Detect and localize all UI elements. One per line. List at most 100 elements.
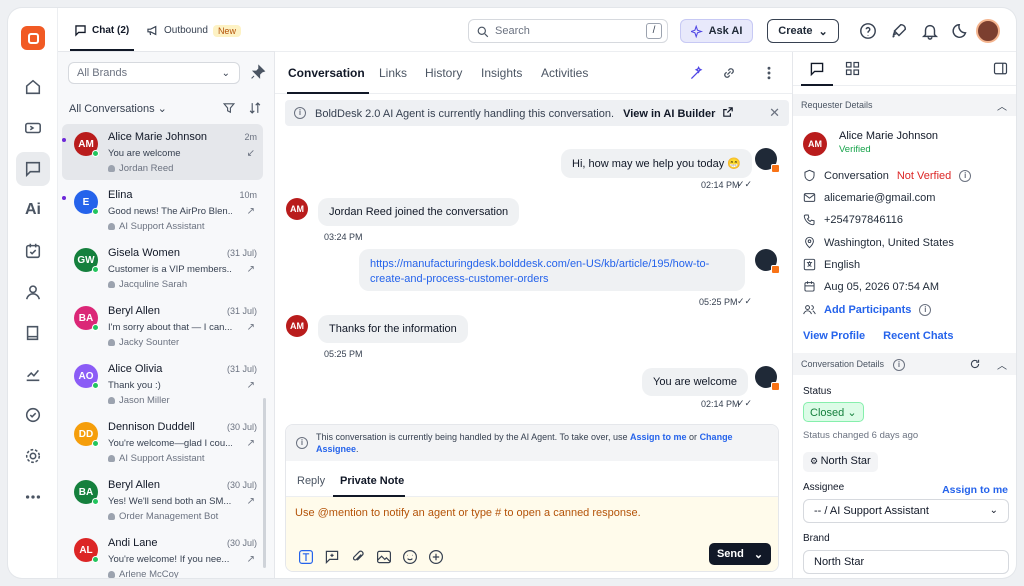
avatar-initials: AL [79, 544, 93, 556]
assignee-select[interactable]: -- / AI Support Assistant ⌄ [803, 499, 1009, 523]
settings-icon[interactable] [16, 439, 50, 473]
sort-icon[interactable] [248, 101, 262, 115]
brand-field[interactable]: North Star [803, 550, 1009, 574]
rocket-icon[interactable] [890, 22, 908, 40]
recent-chats-link[interactable]: Recent Chats [883, 330, 953, 342]
last-message: I'm sorry about that — I can... [108, 322, 232, 333]
tab-insights[interactable]: Insights [481, 66, 522, 80]
brand-select-value: All Brands [77, 67, 128, 79]
conversation-item[interactable]: E Elina 10m Good news! The AirPro Blen... ↗ A… [62, 182, 263, 238]
agent-name: Order Management Bot [119, 511, 219, 522]
search-input[interactable]: Search / [468, 19, 668, 43]
assign-to-me-link[interactable]: Assign to me [942, 484, 1008, 496]
list-scrollbar[interactable] [263, 398, 266, 568]
text-format-icon[interactable] [298, 549, 314, 565]
conversation-item[interactable]: AL Andi Lane (30 Jul) You're welcome! If yo… [62, 530, 263, 578]
message-editor[interactable]: Use @mention to notify an agent or type … [286, 497, 778, 571]
close-icon[interactable]: ✕ [769, 105, 780, 121]
agent-name: Jacky Sounter [119, 337, 180, 348]
image-icon[interactable] [376, 549, 392, 565]
conversation-item[interactable]: DD Dennison Duddell (30 Jul) You're welcome… [62, 414, 263, 470]
add-participants-row[interactable]: Add Participants i [803, 303, 932, 316]
contact-name: Beryl Allen [108, 305, 160, 317]
help-icon[interactable] [859, 22, 877, 40]
requester-details-header[interactable]: Requester Details ︿ [793, 94, 1016, 116]
chevron-up-icon[interactable]: ︿ [997, 98, 1007, 113]
tab-reply[interactable]: Reply [297, 475, 325, 487]
active-tab-indicator [801, 84, 833, 86]
info-icon[interactable]: i [893, 359, 905, 371]
canned-response-icon[interactable] [324, 549, 340, 565]
tasks-icon[interactable] [16, 398, 50, 432]
status-select[interactable]: Closed ⌄ [803, 402, 864, 422]
reports-icon[interactable] [16, 357, 50, 391]
more-icon[interactable] [16, 480, 50, 514]
apps-grid-icon[interactable] [845, 61, 860, 76]
user-avatar[interactable] [976, 19, 1000, 43]
add-icon[interactable] [428, 549, 444, 565]
conversation-item[interactable]: BA Beryl Allen (31 Jul) I'm sorry about tha… [62, 298, 263, 354]
tab-activities[interactable]: Activities [541, 66, 588, 80]
brand-select[interactable]: All Brands ⌄ [68, 62, 240, 84]
chevron-up-icon[interactable]: ︿ [997, 357, 1007, 372]
reply-arrow-icon: ↗ [246, 206, 255, 217]
assigned-agent: Jason Miller [108, 395, 170, 406]
pin-icon[interactable] [250, 64, 266, 80]
link-icon[interactable] [721, 65, 737, 81]
app-logo[interactable] [21, 26, 45, 50]
ask-ai-button[interactable]: Ask AI [680, 19, 753, 43]
refresh-icon[interactable] [969, 358, 981, 370]
info-icon[interactable]: i [959, 169, 972, 182]
notification-bell-icon[interactable] [921, 22, 939, 40]
view-profile-link[interactable]: View Profile [803, 330, 865, 342]
assigned-agent: AI Support Assistant [108, 221, 205, 232]
reply-tabs: Reply Private Note [286, 461, 778, 497]
tab-chat[interactable]: Chat (2) [74, 24, 129, 37]
collapse-panel-icon[interactable] [993, 61, 1008, 76]
tickets-icon[interactable] [16, 111, 50, 145]
tab-conversation[interactable]: Conversation [288, 66, 365, 80]
calendar-check-icon[interactable] [16, 234, 50, 268]
dark-mode-moon-icon[interactable] [952, 22, 970, 40]
chat-nav-icon[interactable] [16, 152, 50, 186]
ai-nav-label: Ai [25, 201, 41, 218]
message-bubble-customer: Thanks for the information [318, 315, 468, 343]
conversation-item[interactable]: BA Beryl Allen (30 Jul) Yes! We'll send bot… [62, 472, 263, 528]
knowledge-base-icon[interactable] [16, 316, 50, 350]
attachment-icon[interactable] [350, 549, 366, 565]
message-time: 05:25 PM [324, 349, 363, 359]
contact-avatar: BA [74, 480, 99, 505]
emoji-icon[interactable] [402, 549, 418, 565]
conversation-item[interactable]: AO Alice Olivia (31 Jul) Thank you :) ↗ Jason… [62, 356, 263, 412]
all-conversations-dropdown[interactable]: All Conversations ⌄ [69, 102, 167, 115]
search-icon [477, 26, 489, 38]
phone-value: +254797846116 [824, 213, 904, 226]
add-participants-link[interactable]: Add Participants [824, 304, 911, 316]
filter-icon[interactable] [222, 101, 236, 115]
contacts-icon[interactable] [16, 275, 50, 309]
send-button[interactable]: Send ⌄ [709, 543, 771, 565]
more-options-icon[interactable] [761, 65, 777, 81]
ai-nav[interactable]: Ai [16, 193, 50, 227]
chevron-down-icon[interactable]: ⌄ [754, 548, 763, 561]
chat-details-icon[interactable] [809, 61, 825, 77]
conversation-item[interactable]: GW Gisela Women (31 Jul) Customer is a VIP … [62, 240, 263, 296]
tab-links[interactable]: Links [379, 66, 407, 80]
details-toolbar [793, 52, 1016, 86]
info-icon[interactable]: i [919, 303, 932, 316]
magic-wand-icon[interactable] [689, 65, 705, 81]
customer-avatar: AM [286, 198, 308, 220]
create-button[interactable]: Create ⌄ [767, 19, 839, 43]
assign-to-me-link[interactable]: Assign to me [630, 432, 687, 442]
view-in-ai-builder-link[interactable]: View in AI Builder [623, 108, 715, 120]
conversation-details-header[interactable]: Conversation Details i ︿ [793, 353, 1016, 375]
conversation-item[interactable]: AM Alice Marie Johnson 2m You are welcome ↙ J… [62, 124, 263, 180]
reply-arrow-icon: ↗ [246, 554, 255, 565]
tab-history[interactable]: History [425, 66, 462, 80]
kb-article-link[interactable]: https://manufacturingdesk.bolddesk.com/e… [359, 249, 745, 291]
contact-avatar: BA [74, 306, 99, 331]
home-icon[interactable] [16, 70, 50, 104]
external-link-icon[interactable] [722, 106, 734, 118]
tab-private-note[interactable]: Private Note [340, 475, 404, 487]
tab-outbound[interactable]: Outbound New [146, 24, 241, 37]
